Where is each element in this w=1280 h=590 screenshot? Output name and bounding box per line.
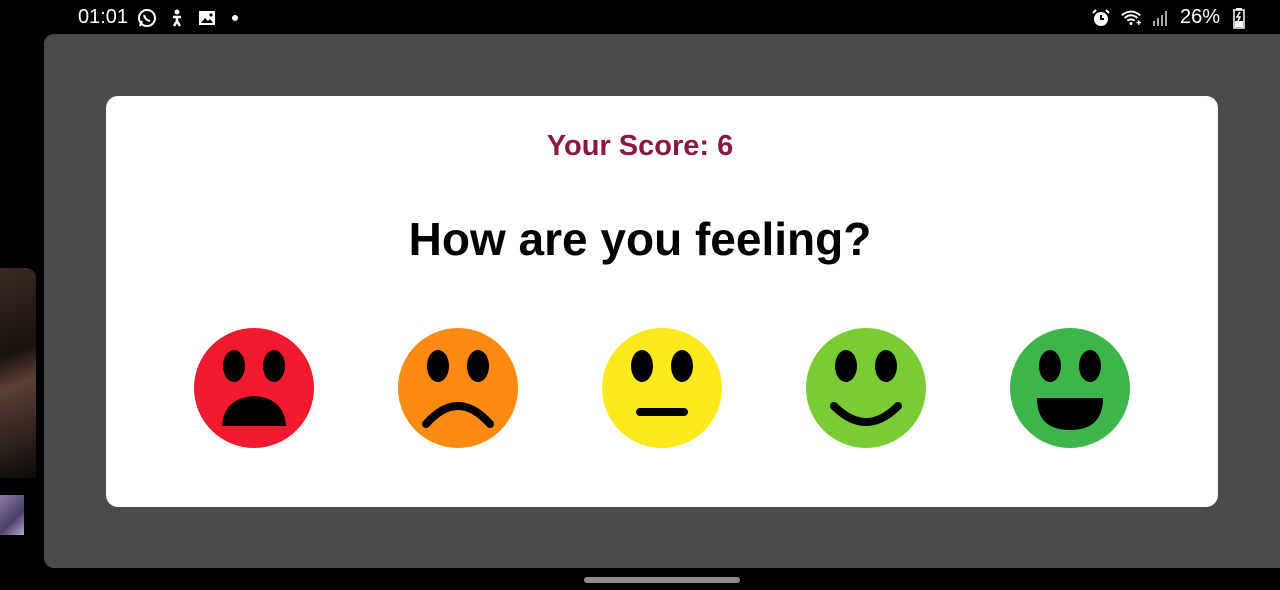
mood-sad-button[interactable] [398, 328, 518, 448]
clock: 01:01 [78, 6, 129, 28]
battery-charging-icon [1228, 7, 1250, 29]
question-heading: How are you feeling? [408, 213, 872, 265]
whatsapp-icon [136, 7, 158, 29]
image-icon [196, 7, 218, 29]
mood-neutral-button[interactable] [602, 328, 722, 448]
alarm-icon [1090, 7, 1112, 29]
accessibility-icon [166, 7, 188, 29]
status-right: 26% [1090, 6, 1250, 29]
status-bar: 01:01 26% [0, 0, 1280, 34]
mood-happy-button[interactable] [806, 328, 926, 448]
mood-very-sad-button[interactable] [194, 328, 314, 448]
happy-face-icon [806, 328, 926, 448]
very-sad-face-icon [194, 328, 314, 448]
mood-very-happy-button[interactable] [1010, 328, 1130, 448]
background-thumbnail [0, 495, 24, 535]
sad-face-icon [398, 328, 518, 448]
neutral-face-icon [602, 328, 722, 448]
wifi-icon [1120, 7, 1142, 29]
score-label: Your Score: 6 [546, 130, 734, 162]
signal-icon [1150, 7, 1172, 29]
status-left: 01:01 [78, 6, 239, 29]
mood-options [0, 328, 1280, 448]
battery-percent: 26% [1179, 6, 1220, 28]
gesture-nav-handle[interactable] [584, 577, 740, 583]
notification-dot [232, 14, 239, 21]
very-happy-face-icon [1010, 328, 1130, 448]
